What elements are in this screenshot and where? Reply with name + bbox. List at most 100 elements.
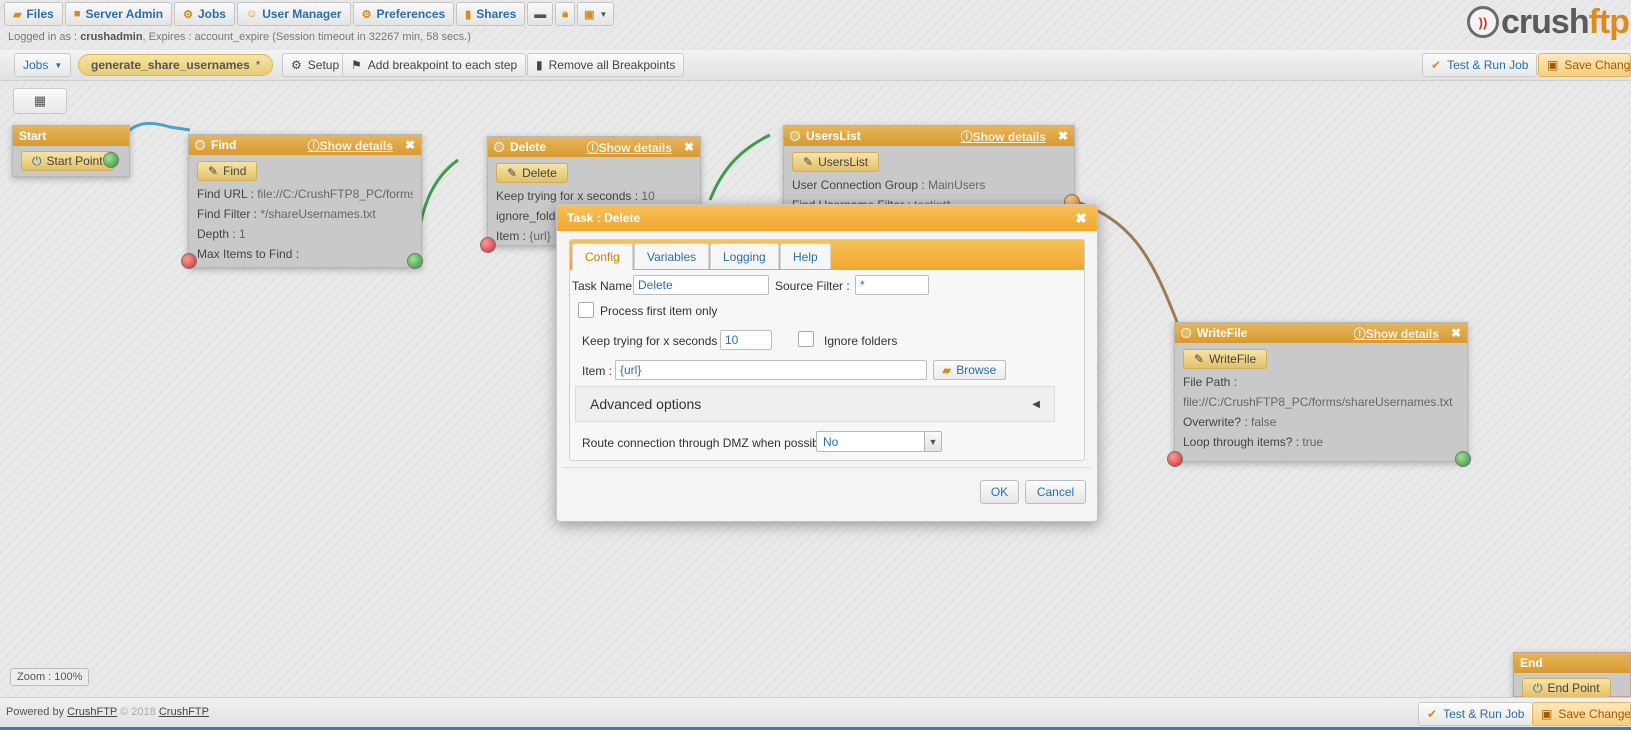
find-success-port[interactable]	[407, 253, 423, 269]
power-icon: ⏻	[32, 153, 42, 168]
tab-help-label: Help	[793, 249, 818, 264]
tab-config[interactable]: Config	[572, 243, 633, 270]
start-success-port[interactable]	[103, 152, 119, 168]
userslist-node[interactable]: UsersList ⓘShow details ✖ ✎ UsersList User …	[783, 125, 1080, 215]
find-show-details[interactable]: ⓘShow details	[308, 137, 393, 154]
footer-save-button[interactable]: ▣ Save Changes	[1532, 702, 1631, 726]
keep-trying-label: Keep trying for x seconds :	[582, 334, 725, 348]
find-tag[interactable]: ✎ Find	[197, 161, 258, 181]
writefile-line-path: File Path :	[1183, 375, 1459, 389]
writefile-tag[interactable]: ✎ WriteFile	[1183, 349, 1268, 369]
cancel-label: Cancel	[1036, 485, 1075, 499]
delete-close-icon[interactable]: ✖	[684, 140, 694, 154]
ok-button[interactable]: OK	[980, 480, 1019, 504]
item-input[interactable]: {url}	[615, 360, 927, 380]
start-node-title: Start	[19, 129, 47, 143]
dmz-value: No	[823, 434, 839, 449]
dialog-footer-divider	[563, 467, 1091, 468]
keep-trying-value: 10	[725, 333, 739, 347]
end-point-label: End Point	[1547, 681, 1600, 695]
start-point-tag[interactable]: ⏻ Start Point	[21, 151, 114, 171]
end-node-header: End	[1514, 653, 1630, 673]
task-name-value: Delete	[638, 278, 673, 292]
writefile-show-details[interactable]: ⓘShow details	[1354, 325, 1439, 342]
pencil-icon: ✎	[1194, 352, 1205, 366]
userslist-show-details[interactable]: ⓘShow details	[961, 128, 1046, 145]
writefile-path2-value: file://C:/CrushFTP8_PC/forms/shareUserna…	[1183, 395, 1453, 409]
writefile-line-loop: Loop through items? : true	[1183, 435, 1459, 449]
find-line-depth: Depth : 1	[197, 227, 413, 241]
delete-node-title: Delete	[510, 140, 547, 154]
tab-variables[interactable]: Variables	[634, 243, 710, 269]
userslist-group-value: MainUsers	[928, 178, 986, 192]
collapse-icon[interactable]	[790, 131, 800, 141]
chevron-left-icon: ◀	[1032, 398, 1040, 410]
writefile-node-header: WriteFile ⓘShow details ✖	[1175, 323, 1467, 343]
save-icon: ▣	[1541, 707, 1553, 721]
pencil-icon: ✎	[208, 164, 219, 178]
crushftp-link[interactable]: CrushFTP	[67, 706, 117, 718]
delete-tag[interactable]: ✎ Delete	[496, 163, 568, 183]
info-icon: ⓘ	[307, 138, 320, 153]
cancel-button[interactable]: Cancel	[1025, 480, 1086, 504]
check-icon: ✔	[1427, 707, 1438, 721]
chevron-down-icon: ▼	[924, 432, 941, 451]
dialog-close-icon[interactable]: ✖	[1075, 210, 1087, 227]
writefile-close-icon[interactable]: ✖	[1451, 326, 1461, 340]
tab-help[interactable]: Help	[780, 243, 831, 269]
writefile-line-path-value: file://C:/CrushFTP8_PC/forms/shareUserna…	[1183, 395, 1459, 409]
find-url-key: Find URL :	[197, 187, 254, 201]
find-node[interactable]: Find ⓘShow details ✖ ✎ Find Find URL : file…	[181, 134, 423, 269]
collapse-icon[interactable]	[1181, 328, 1191, 338]
delete-ignore-key: ignore_fold	[496, 209, 556, 223]
writefile-overwrite-key: Overwrite? :	[1183, 415, 1248, 429]
tab-logging[interactable]: Logging	[710, 243, 779, 269]
delete-failure-port[interactable]	[480, 237, 496, 253]
userslist-close-icon[interactable]: ✖	[1058, 129, 1068, 143]
start-node[interactable]: Start ⏻ Start Point	[12, 125, 130, 177]
writefile-line-overwrite: Overwrite? : false	[1183, 415, 1459, 429]
link-delete-userslist	[708, 133, 771, 201]
info-icon: ⓘ	[586, 140, 599, 155]
tab-variables-label: Variables	[647, 249, 697, 264]
task-name-input[interactable]: Delete	[633, 275, 769, 295]
source-filter-label: Source Filter :	[775, 279, 850, 293]
collapse-icon[interactable]	[494, 142, 504, 152]
find-close-icon[interactable]: ✖	[405, 138, 415, 152]
delete-show-details[interactable]: ⓘShow details	[587, 139, 672, 156]
end-point-tag[interactable]: ⏻ End Point	[1522, 678, 1611, 698]
writefile-overwrite-value: false	[1251, 415, 1277, 429]
writefile-success-port[interactable]	[1455, 451, 1471, 467]
page-footer: Powered by CrushFTP © 2018 CrushFTP ✔ Tes…	[0, 697, 1631, 728]
collapse-icon[interactable]	[195, 140, 205, 150]
advanced-options-label: Advanced options	[590, 396, 702, 412]
source-filter-input[interactable]: *	[855, 275, 929, 295]
delete-keep-key: Keep trying for x seconds :	[496, 189, 639, 203]
dmz-select[interactable]: No ▼	[816, 431, 942, 452]
find-failure-port[interactable]	[181, 253, 197, 269]
start-node-header: Start	[13, 126, 129, 146]
writefile-node[interactable]: WriteFile ⓘShow details ✖ ✎ WriteFile File …	[1167, 322, 1471, 467]
end-node[interactable]: End ⏻ End Point	[1513, 652, 1631, 698]
userslist-node-header: UsersList ⓘShow details ✖	[784, 126, 1074, 146]
dmz-label: Route connection through DMZ when possib…	[582, 436, 835, 450]
process-first-checkbox[interactable]	[578, 302, 594, 318]
crushftp-link-2[interactable]: CrushFTP	[159, 706, 209, 718]
footer-test-run-button[interactable]: ✔ Test & Run Job	[1418, 702, 1534, 726]
pencil-icon: ✎	[803, 155, 814, 169]
footer-test-run-label: Test & Run Job	[1443, 707, 1525, 721]
writefile-failure-port[interactable]	[1167, 451, 1183, 467]
process-first-label: Process first item only	[600, 304, 718, 318]
find-depth-value: 1	[239, 227, 246, 241]
browse-button[interactable]: ▰ Browse	[933, 360, 1006, 380]
find-line-url: Find URL : file://C:/CrushFTP8_PC/forms/	[197, 187, 413, 201]
ignore-folders-checkbox[interactable]	[798, 331, 814, 347]
advanced-options-toggle[interactable]: Advanced options ◀	[575, 386, 1055, 422]
zoom-indicator: Zoom : 100%	[10, 668, 90, 686]
task-dialog-title: Task : Delete	[567, 211, 641, 225]
userslist-tag[interactable]: ✎ UsersList	[792, 152, 880, 172]
find-node-header: Find ⓘShow details ✖	[189, 135, 421, 155]
keep-trying-input[interactable]: 10	[720, 330, 772, 350]
writefile-node-title: WriteFile	[1197, 326, 1248, 340]
browse-label: Browse	[956, 363, 997, 377]
